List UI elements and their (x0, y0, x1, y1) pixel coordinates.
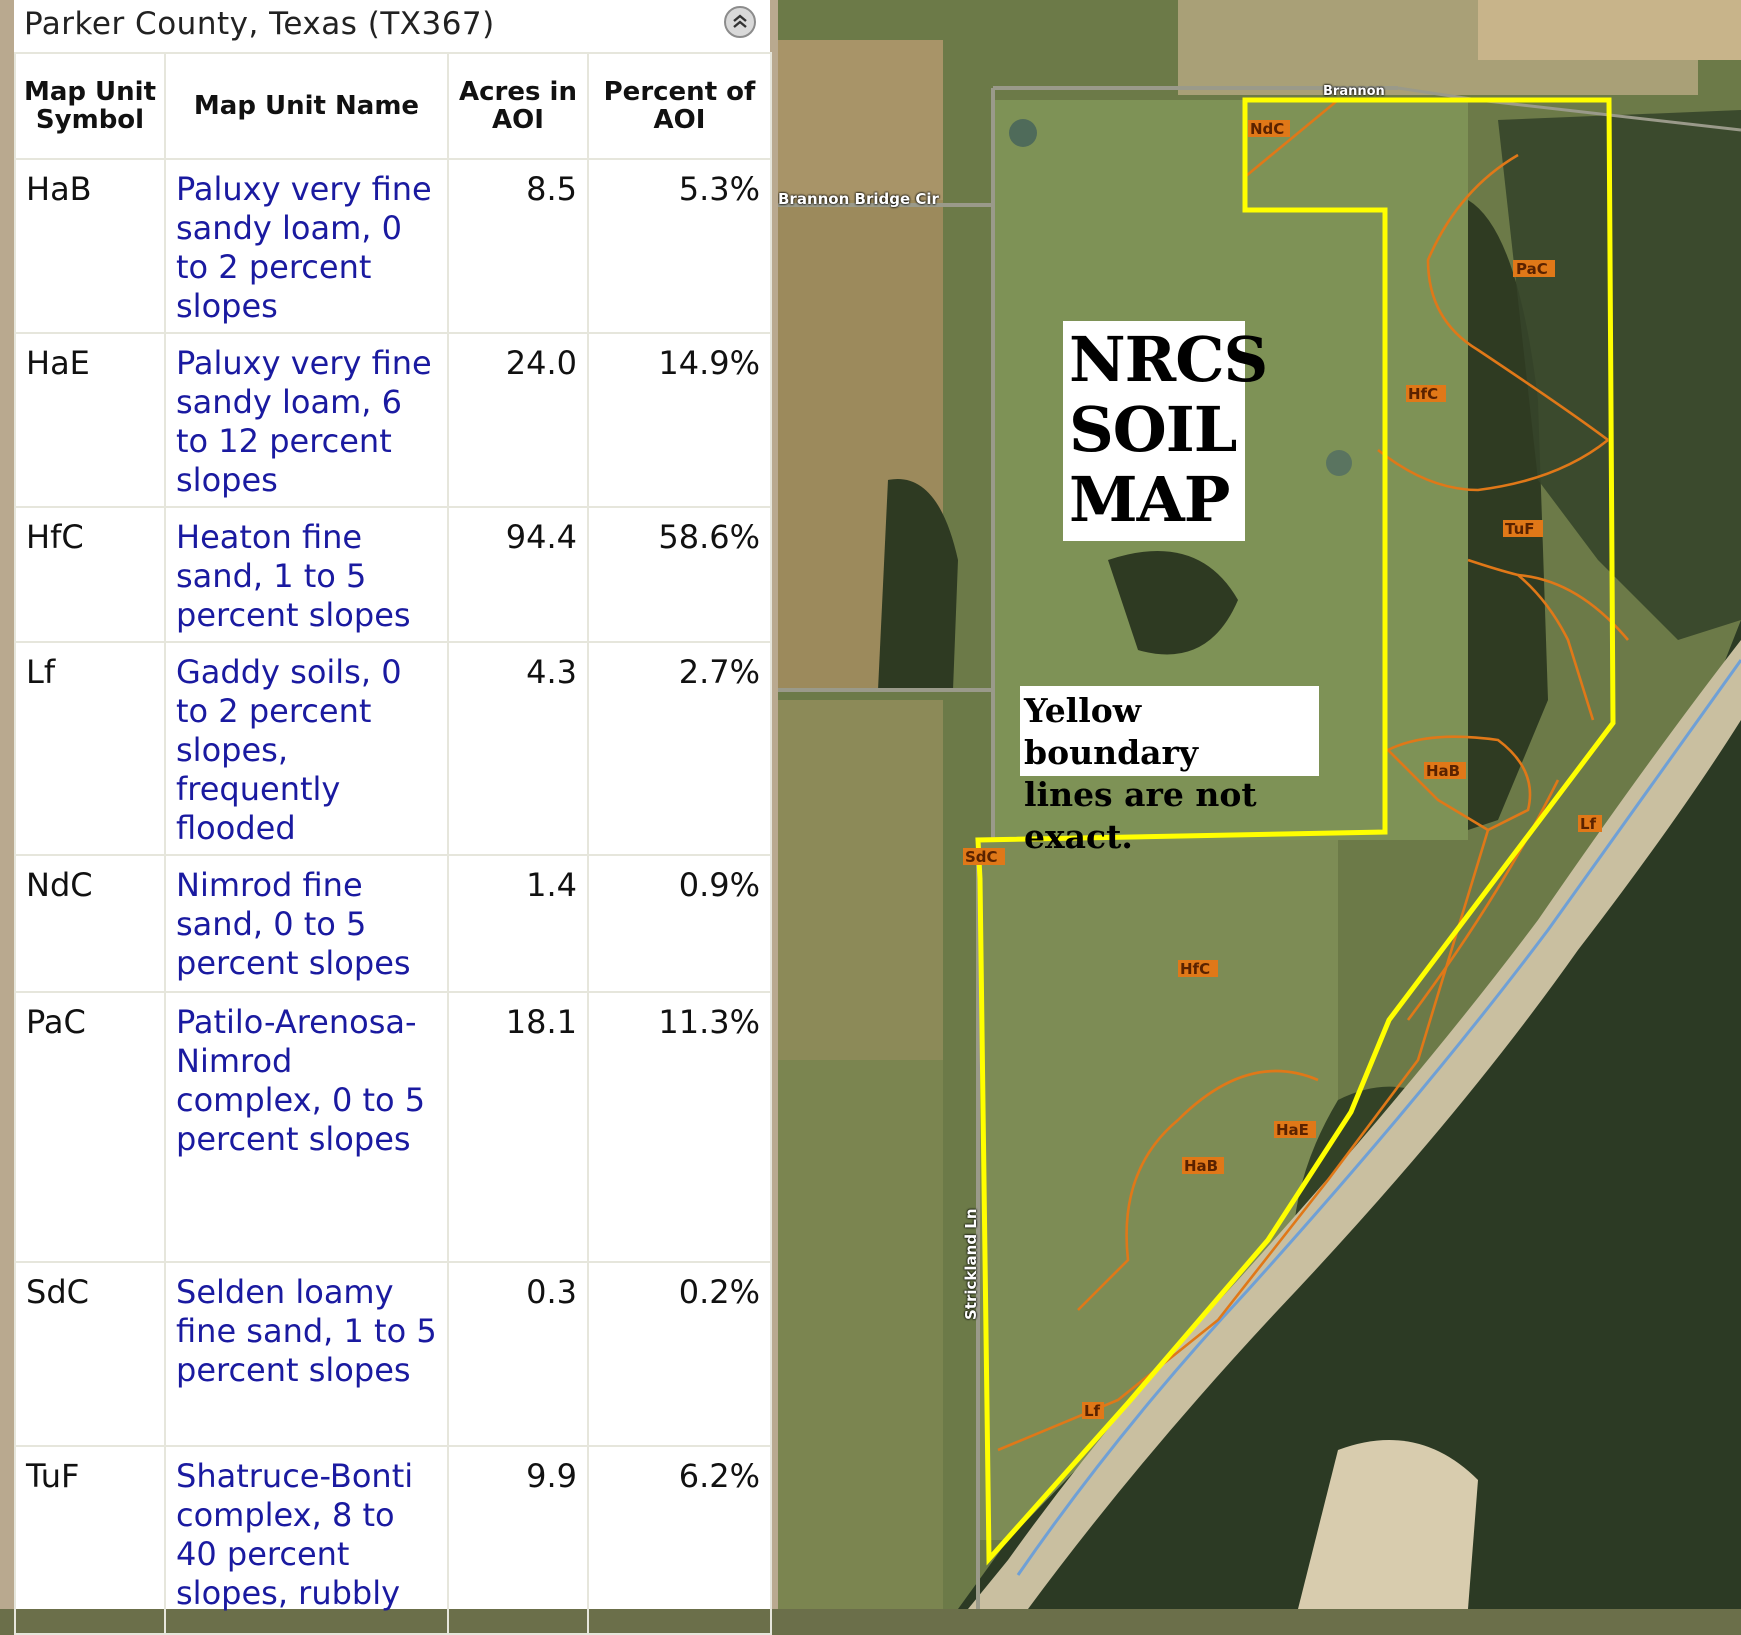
road-label-strickland: Strickland Ln (962, 1208, 980, 1320)
soil-label: SdC (965, 848, 998, 866)
table-row: PaC Patilo-Arenosa-Nimrod complex, 0 to … (14, 991, 772, 1263)
map-unit-symbol: PaC (14, 991, 166, 1263)
pond (1326, 450, 1352, 476)
percent-value: 5.3% (587, 158, 772, 334)
map-unit-symbol: TuF (14, 1445, 166, 1635)
map-unit-symbol: HaB (14, 158, 166, 334)
map-unit-symbol: HfC (14, 506, 166, 643)
header-acres-in-aoi: Acres in AOI (447, 52, 589, 160)
map-title-line: NRCS (1069, 323, 1268, 396)
soil-label: HfC (1180, 960, 1210, 978)
map-unit-symbol: Lf (14, 641, 166, 856)
map-title-line: SOIL (1069, 393, 1237, 466)
soil-report-content: Parker County, Texas (TX367) Map Unit Sy… (14, 0, 772, 1635)
map-unit-symbol: NdC (14, 854, 166, 993)
table-row: Lf Gaddy soils, 0 to 2 percent slopes, f… (14, 641, 772, 856)
percent-value: 11.3% (587, 991, 772, 1263)
road-label-brannon-bridge: Brannon Bridge Cir (778, 190, 939, 208)
note-line: lines are not exact. (1024, 775, 1257, 856)
pasture (778, 1060, 943, 1609)
map-unit-name-link[interactable]: Heaton fine sand, 1 to 5 percent slopes (176, 518, 411, 634)
panel-header: Parker County, Texas (TX367) (14, 0, 770, 53)
table-header-row: Map Unit Symbol Map Unit Name Acres in A… (14, 52, 772, 160)
double-chevron-up-icon (733, 14, 747, 28)
acres-value: 18.1 (447, 991, 589, 1263)
map-title-line: MAP (1069, 463, 1230, 536)
percent-value: 14.9% (587, 332, 772, 508)
panel-title: Parker County, Texas (TX367) (24, 6, 495, 42)
map-unit-name-link[interactable]: Gaddy soils, 0 to 2 percent slopes, freq… (176, 653, 402, 847)
field-north (1478, 0, 1741, 60)
soil-label: Lf (1084, 1402, 1101, 1420)
map-unit-symbol: HaE (14, 332, 166, 508)
table-row: HaE Paluxy very fine sandy loam, 6 to 12… (14, 332, 772, 508)
acres-value: 9.9 (447, 1445, 589, 1635)
pond (1009, 119, 1037, 147)
road-label-north: Brannon (1323, 84, 1385, 99)
percent-value: 58.6% (587, 506, 772, 643)
note-line: Yellow boundary (1024, 691, 1199, 772)
header-map-unit-symbol: Map Unit Symbol (14, 52, 166, 160)
percent-value: 0.2% (587, 1261, 772, 1447)
map-unit-table: Map Unit Symbol Map Unit Name Acres in A… (14, 52, 772, 1635)
map-unit-name-link[interactable]: Paluxy very fine sandy loam, 6 to 12 per… (176, 344, 432, 499)
table-row: HaB Paluxy very fine sandy loam, 0 to 2 … (14, 158, 772, 334)
percent-value: 0.9% (587, 854, 772, 993)
percent-value: 6.2% (587, 1445, 772, 1635)
acres-value: 4.3 (447, 641, 589, 856)
table-row: HfC Heaton fine sand, 1 to 5 percent slo… (14, 506, 772, 643)
acres-value: 8.5 (447, 158, 589, 334)
soil-report-panel: Parker County, Texas (TX367) Map Unit Sy… (0, 0, 778, 1635)
table-row: NdC Nimrod fine sand, 0 to 5 percent slo… (14, 854, 772, 993)
soil-label: HaB (1184, 1157, 1218, 1175)
boundary-disclaimer-note: Yellow boundary lines are not exact. (1020, 686, 1319, 856)
collapse-button[interactable] (724, 6, 756, 38)
aerial-soil-map[interactable]: NdC PaC HfC TuF HaB Lf SdC HfC HaE HaB L… (778, 0, 1741, 1609)
table-row: SdC Selden loamy fine sand, 1 to 5 perce… (14, 1261, 772, 1447)
soil-label: TuF (1505, 520, 1535, 538)
header-percent-of-aoi: Percent of AOI (587, 52, 772, 160)
acres-value: 94.4 (447, 506, 589, 643)
map-unit-name-link[interactable]: Nimrod fine sand, 0 to 5 percent slopes (176, 866, 411, 982)
table-row: TuF Shatruce-Bonti complex, 8 to 40 perc… (14, 1445, 772, 1635)
percent-value: 2.7% (587, 641, 772, 856)
map-unit-name-link[interactable]: Paluxy very fine sandy loam, 0 to 2 perc… (176, 170, 432, 325)
map-title: NRCS SOIL MAP (1063, 321, 1268, 541)
acres-value: 0.3 (447, 1261, 589, 1447)
acres-value: 1.4 (447, 854, 589, 993)
map-unit-name-link[interactable]: Selden loamy fine sand, 1 to 5 percent s… (176, 1273, 437, 1389)
soil-label: NdC (1250, 120, 1284, 138)
map-unit-name-link[interactable]: Shatruce-Bonti complex, 8 to 40 percent … (176, 1457, 413, 1612)
soil-label: PaC (1516, 260, 1548, 278)
crop-field (778, 700, 943, 1060)
acres-value: 24.0 (447, 332, 589, 508)
soil-label: HfC (1408, 385, 1438, 403)
soil-label: HaB (1426, 762, 1460, 780)
map-unit-symbol: SdC (14, 1261, 166, 1447)
soil-label: HaE (1276, 1121, 1309, 1139)
map-unit-name-link[interactable]: Patilo-Arenosa-Nimrod complex, 0 to 5 pe… (176, 1003, 425, 1158)
header-map-unit-name: Map Unit Name (164, 52, 449, 160)
soil-label: Lf (1580, 815, 1597, 833)
